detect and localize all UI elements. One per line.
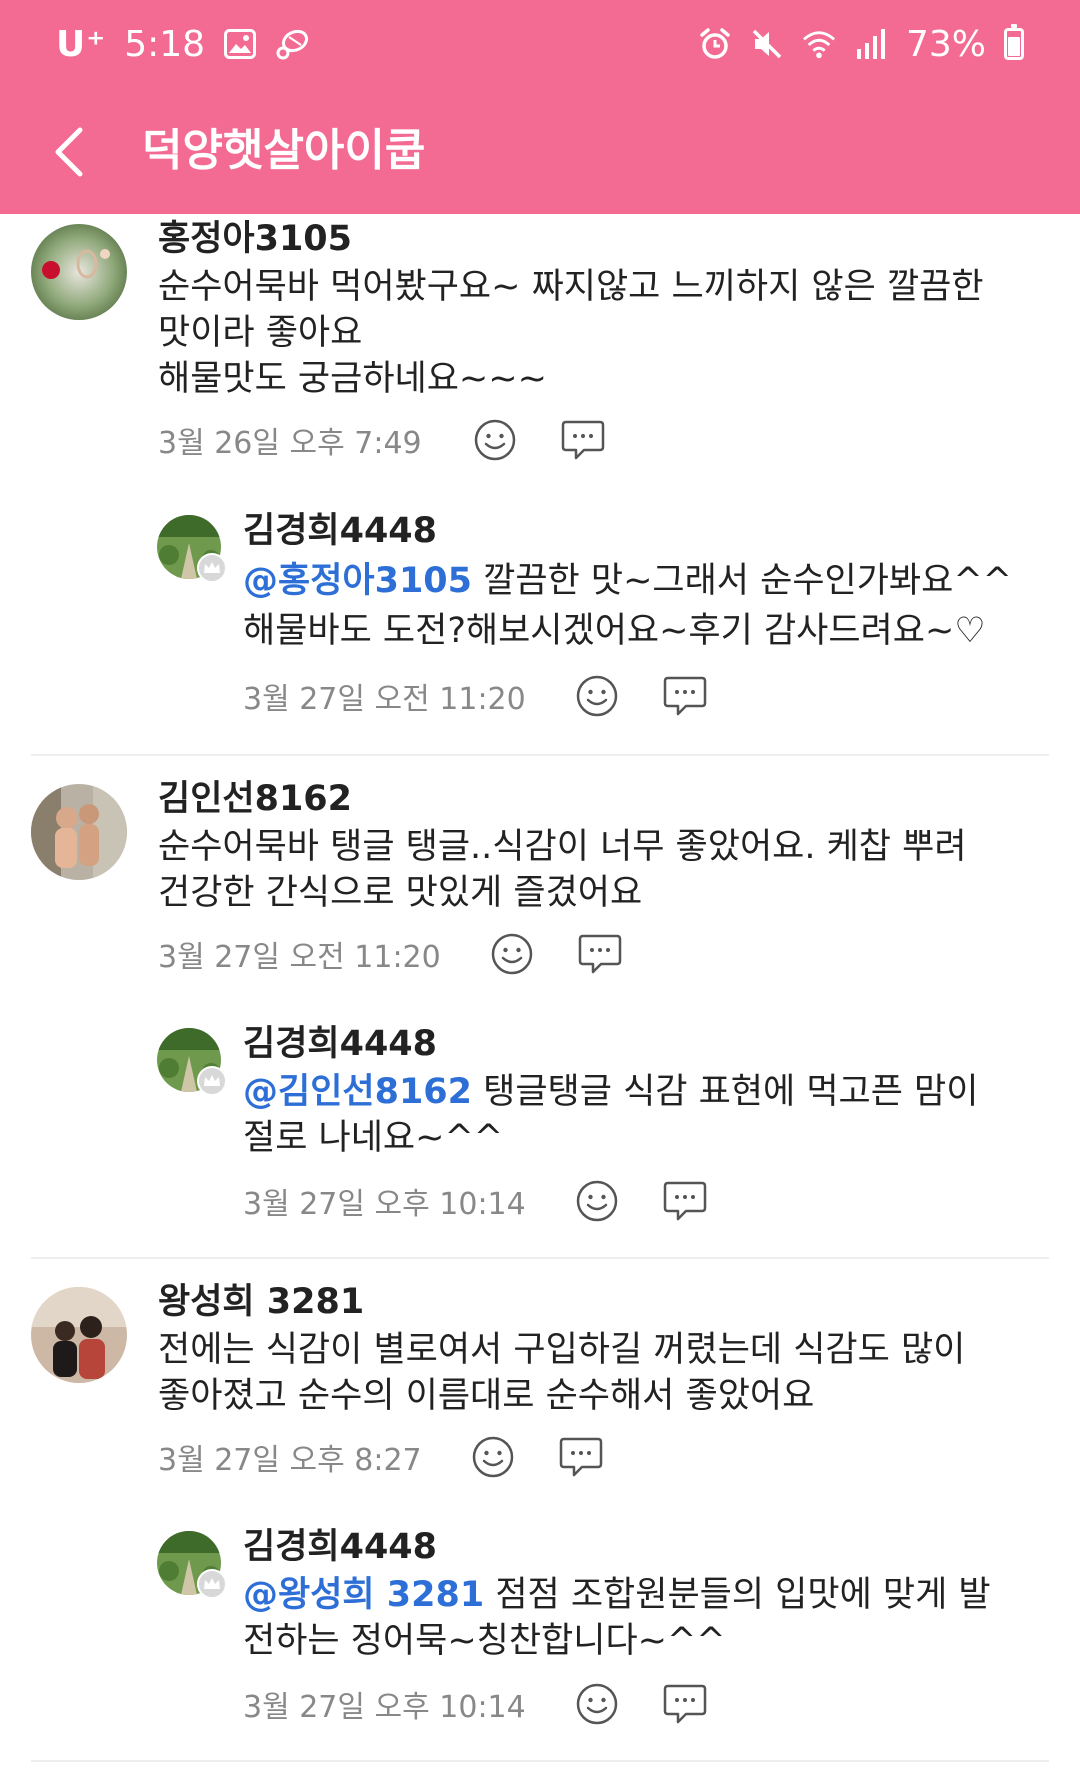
battery-percent: 73% (905, 23, 986, 65)
reply-author[interactable]: 김경희4448 (243, 1524, 437, 1570)
emoji-reaction-button[interactable] (572, 1679, 622, 1729)
app-bar: 덕양햇살아이쿱 (0, 88, 1080, 214)
reply-text: @김인선8162 탱글탱글 식감 표현에 먹고픈 맘이 절로 나네요~^^ (243, 1069, 978, 1161)
divider (31, 1760, 1049, 1762)
speech-bubble-icon (561, 420, 604, 460)
reply-button[interactable] (575, 929, 625, 979)
crown-badge-icon (197, 1569, 227, 1599)
emoji-reaction-button[interactable] (572, 671, 622, 721)
speech-bubble-icon (663, 676, 706, 716)
alarm-icon (698, 27, 732, 61)
smiley-icon (576, 675, 617, 717)
gallery-icon (223, 27, 257, 61)
smiley-icon (576, 1180, 617, 1222)
clock: 5:18 (124, 23, 206, 65)
comment-date: 3월 27일 오후 8:27 (158, 1443, 422, 1478)
reply-date: 3월 27일 오전 11:20 (243, 682, 526, 717)
emoji-reaction-button[interactable] (572, 1176, 622, 1226)
comment-author[interactable]: 홍정아3105 (158, 216, 352, 262)
reply-text: @왕성희 3281 점점 조합원분들의 입맛에 맞게 발 전하는 정어묵~칭찬합… (243, 1572, 991, 1664)
app-notification-icon (275, 27, 309, 61)
comment-text: 순수어묵바 먹어봤구요~ 짜지않고 느끼하지 않은 깔끔한 맛이라 좋아요 해물… (158, 267, 984, 399)
comment-author[interactable]: 김인선8162 (158, 776, 352, 822)
reply-author[interactable]: 김경희4448 (243, 1021, 437, 1067)
speech-bubble-icon (663, 1684, 706, 1724)
divider (31, 754, 1049, 756)
avatar[interactable] (31, 224, 127, 320)
carrier-label: U⁺ (56, 23, 107, 65)
emoji-reaction-button[interactable] (468, 1432, 518, 1482)
avatar[interactable] (31, 1287, 127, 1383)
speech-bubble-icon (578, 934, 621, 974)
reply-button[interactable] (660, 671, 710, 721)
page-title: 덕양햇살아이쿱 (142, 125, 426, 176)
mention-link[interactable]: @왕성희 3281 (243, 1575, 484, 1615)
battery-icon (1004, 24, 1024, 60)
emoji-reaction-button[interactable] (470, 415, 520, 465)
divider (31, 1257, 1049, 1259)
speech-bubble-icon (559, 1437, 602, 1477)
smiley-icon (576, 1683, 617, 1725)
mute-icon (750, 27, 784, 61)
smiley-icon (474, 419, 515, 461)
status-bar: U⁺ 5:18 73% (0, 0, 1080, 88)
reply-text: @홍정아3105 깔끔한 맛~그래서 순수인가봐요^^ 해물바도 도전?해보시겠… (243, 556, 1012, 656)
reply-button[interactable] (556, 1432, 606, 1482)
comment-date: 3월 27일 오전 11:20 (158, 940, 441, 975)
comment-text: 전에는 식감이 별로여서 구입하길 꺼렸는데 식감도 많이 좋아졌고 순수의 이… (158, 1330, 966, 1416)
back-button[interactable] (30, 112, 110, 192)
comment-author[interactable]: 왕성희 3281 (158, 1279, 364, 1325)
wifi-icon (802, 27, 836, 61)
avatar[interactable] (31, 784, 127, 880)
smiley-icon (491, 933, 532, 975)
comment-date: 3월 26일 오후 7:49 (158, 426, 422, 461)
comment-text: 순수어묵바 탱글 탱글..식감이 너무 좋았어요. 케찹 뿌려 건강한 간식으로… (158, 827, 967, 913)
chevron-left-icon (55, 127, 83, 177)
reply-date: 3월 27일 오후 10:14 (243, 1187, 526, 1222)
speech-bubble-icon (663, 1181, 706, 1221)
reply-button[interactable] (558, 415, 608, 465)
signal-icon (854, 27, 888, 61)
mention-link[interactable]: @김인선8162 (243, 1072, 472, 1112)
reply-button[interactable] (660, 1679, 710, 1729)
mention-link[interactable]: @홍정아3105 (243, 561, 472, 601)
crown-badge-icon (197, 553, 227, 583)
smiley-icon (472, 1436, 513, 1478)
emoji-reaction-button[interactable] (487, 929, 537, 979)
reply-date: 3월 27일 오후 10:14 (243, 1690, 526, 1725)
reply-author[interactable]: 김경희4448 (243, 508, 437, 554)
reply-button[interactable] (660, 1176, 710, 1226)
crown-badge-icon (197, 1066, 227, 1096)
